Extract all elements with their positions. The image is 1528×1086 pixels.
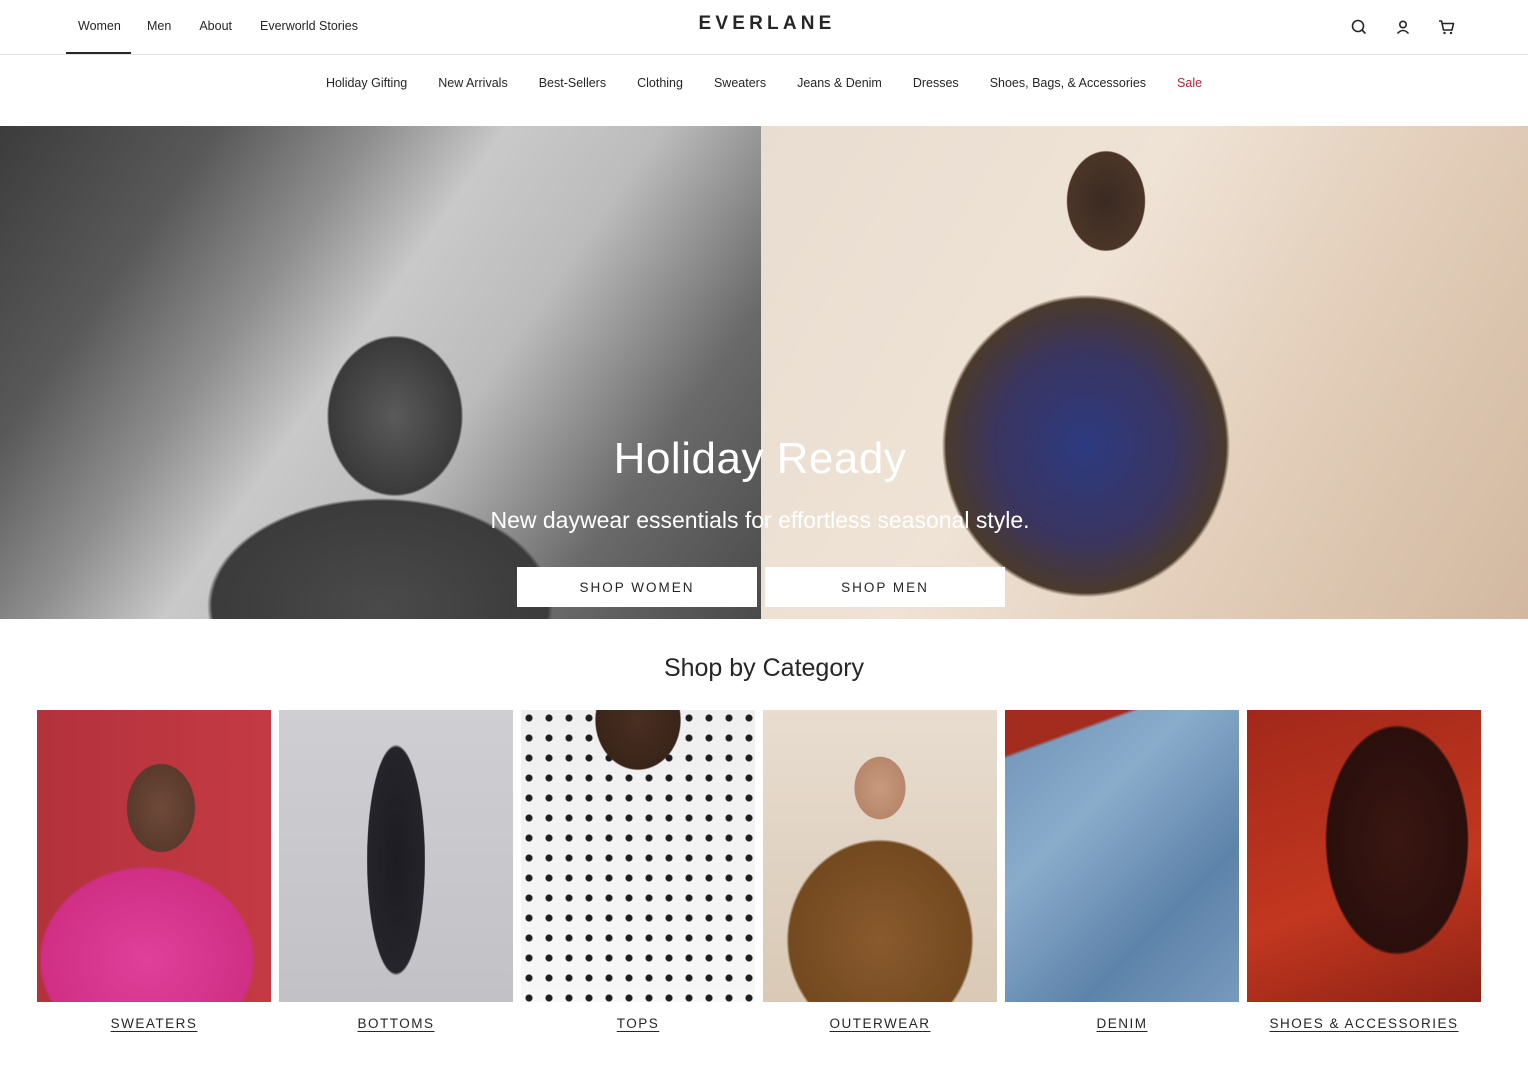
subnav-best-sellers[interactable]: Best-Sellers [539, 76, 606, 90]
subnav-dresses[interactable]: Dresses [913, 76, 959, 90]
hero-overlay: Holiday Ready New daywear essentials for… [0, 126, 1528, 619]
hero-title: Holiday Ready [613, 434, 907, 483]
category-image-tops[interactable] [521, 710, 755, 1002]
category-label-denim[interactable]: DENIM [1005, 1016, 1239, 1031]
subnav-clothing[interactable]: Clothing [637, 76, 683, 90]
category-card-bottoms[interactable]: BOTTOMS [279, 710, 513, 1031]
category-label-bottoms[interactable]: BOTTOMS [279, 1016, 513, 1031]
nav-women[interactable]: Women [66, 0, 131, 54]
shop-men-button[interactable]: SHOP MEN [765, 567, 1005, 607]
nav-men[interactable]: Men [135, 0, 183, 54]
category-label-tops[interactable]: TOPS [521, 1016, 755, 1031]
hero-banner: Holiday Ready New daywear essentials for… [0, 126, 1528, 619]
category-section-title: Shop by Category [663, 654, 865, 682]
subnav-sale[interactable]: Sale [1177, 76, 1202, 90]
subnav-new-arrivals[interactable]: New Arrivals [438, 76, 507, 90]
top-bar: Women Men About Everworld Stories EVERLA… [0, 0, 1528, 55]
category-grid: SWEATERS BOTTOMS TOPS OUTERWEAR DENIM SH… [37, 710, 1481, 1031]
category-image-sweaters[interactable] [37, 710, 271, 1002]
nav-about[interactable]: About [187, 0, 244, 54]
category-card-shoes-accessories[interactable]: SHOES & ACCESSORIES [1247, 710, 1481, 1031]
category-image-bottoms[interactable] [279, 710, 513, 1002]
category-card-outerwear[interactable]: OUTERWEAR [763, 710, 997, 1031]
account-icon[interactable] [1392, 16, 1414, 38]
category-image-denim[interactable] [1005, 710, 1239, 1002]
category-card-tops[interactable]: TOPS [521, 710, 755, 1031]
hero-subtitle: New daywear essentials for effortless se… [490, 507, 1030, 533]
category-card-denim[interactable]: DENIM [1005, 710, 1239, 1031]
subnav-shoes-bags-accessories[interactable]: Shoes, Bags, & Accessories [990, 76, 1146, 90]
nav-everworld-stories[interactable]: Everworld Stories [248, 0, 370, 54]
search-icon[interactable] [1348, 16, 1370, 38]
logo[interactable]: EVERLANE [640, 13, 894, 35]
category-label-outerwear[interactable]: OUTERWEAR [763, 1016, 997, 1031]
category-image-shoes-accessories[interactable] [1247, 710, 1481, 1002]
cart-icon[interactable] [1436, 16, 1458, 38]
shop-women-button[interactable]: SHOP WOMEN [517, 567, 757, 607]
category-nav: Holiday Gifting New Arrivals Best-Seller… [0, 55, 1528, 126]
subnav-holiday-gifting[interactable]: Holiday Gifting [326, 76, 407, 90]
utility-icons [1348, 16, 1458, 38]
subnav-sweaters[interactable]: Sweaters [714, 76, 766, 90]
category-image-outerwear[interactable] [763, 710, 997, 1002]
category-label-shoes-accessories[interactable]: SHOES & ACCESSORIES [1247, 1016, 1481, 1031]
primary-nav: Women Men About Everworld Stories [66, 0, 370, 54]
category-card-sweaters[interactable]: SWEATERS [37, 710, 271, 1031]
category-label-sweaters[interactable]: SWEATERS [37, 1016, 271, 1031]
subnav-jeans-denim[interactable]: Jeans & Denim [797, 76, 882, 90]
